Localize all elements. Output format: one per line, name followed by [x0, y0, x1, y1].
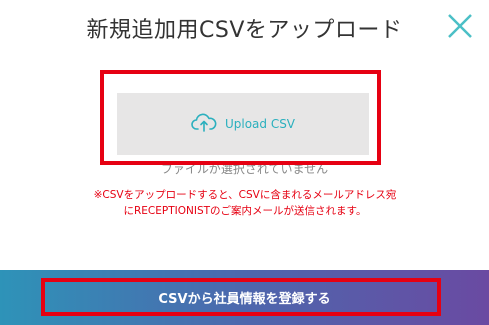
register-employees-button[interactable]: CSVから社員情報を登録する — [0, 270, 489, 325]
csv-notice: ※CSVをアップロードすると、CSVに含まれるメールアドレス宛にRECEPTIO… — [93, 189, 397, 217]
modal-title: 新規追加用CSVをアップロード — [86, 18, 403, 43]
upload-highlight-frame — [100, 70, 381, 165]
upload-csv-modal: 新規追加用CSVをアップロード Upload CSV ファイルが選択されていませ… — [0, 0, 489, 325]
close-icon[interactable] — [444, 10, 476, 42]
